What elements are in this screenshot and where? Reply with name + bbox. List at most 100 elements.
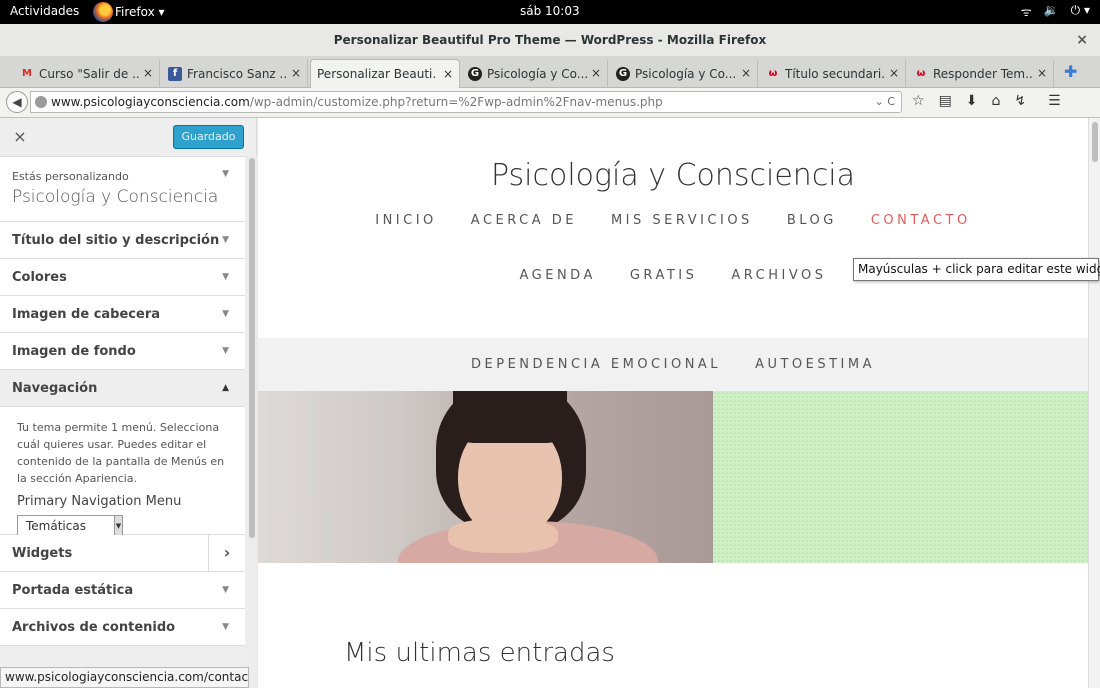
tab-close-icon[interactable]: × <box>291 66 301 80</box>
customizing-site-name: Psicología y Consciencia <box>12 187 219 207</box>
tab-close-icon[interactable]: × <box>1037 66 1047 80</box>
customizing-info[interactable]: Estás personalizando Psicología y Consci… <box>0 157 245 222</box>
tab-customize-active[interactable]: Personalizar Beauti... × <box>310 59 460 88</box>
url-path: /wp-admin/customize.php?return=%2Fwp-adm… <box>249 95 663 109</box>
tab-label: Curso "Salir de ... <box>39 66 139 81</box>
pocket-icon[interactable]: ↯ <box>1014 93 1026 109</box>
firefox-app-menu[interactable]: Firefox ▾ <box>93 1 165 23</box>
tab-close-icon[interactable]: × <box>591 66 601 80</box>
tab-psicologia-2[interactable]: G Psicología y Co... × <box>610 59 758 88</box>
navigation-panel: Tu tema permite 1 menú. Selecciona cuál … <box>0 407 245 537</box>
scrollbar-thumb[interactable] <box>1092 122 1098 162</box>
menu-item-inicio[interactable]: INICIO <box>375 213 437 228</box>
section-label: Widgets <box>12 546 73 561</box>
tab-label: Responder Tem... <box>933 66 1033 81</box>
section-static-front-page[interactable]: Portada estática ▼ <box>0 572 245 609</box>
app-menu-arrow: ▾ <box>158 5 165 19</box>
menu-item-contacto[interactable]: CONTACTO <box>871 213 971 228</box>
triangle-down-icon: ▼ <box>222 272 229 282</box>
tab-label: Francisco Sanz ... <box>187 66 287 81</box>
tab-label: Psicología y Co... <box>487 66 587 81</box>
customizer-header: × Guardado <box>0 118 256 157</box>
site-icon: G <box>468 66 482 81</box>
photo-bangs <box>453 391 567 443</box>
sidebar-scrollbar[interactable] <box>247 156 257 688</box>
preview-site-title[interactable]: Psicología y Consciencia <box>258 158 1088 193</box>
section-label: Navegación <box>12 381 98 396</box>
section-site-title[interactable]: Título del sitio y descripción corta▼ <box>0 222 245 285</box>
hamburger-menu-icon[interactable]: ☰ <box>1048 93 1061 109</box>
triangle-up-icon: ▲ <box>222 383 229 393</box>
tab-gmail[interactable]: M Curso "Salir de ... × <box>14 59 160 88</box>
wifi-icon: ᯤ <box>1020 5 1032 19</box>
primary-menu-select[interactable]: Temáticas ▼ <box>17 515 123 537</box>
menu-item-agenda[interactable]: AGENDA <box>520 268 596 283</box>
tab-close-icon[interactable]: × <box>741 66 751 80</box>
photo-hand <box>448 519 558 553</box>
triangle-down-icon: ▼ <box>222 585 229 595</box>
customizer-sidebar: × Guardado Estás personalizando Psicolog… <box>0 118 257 688</box>
section-label: Archivos de contenido <box>12 620 176 635</box>
power-icon: ⏻ ▾ <box>1070 3 1090 17</box>
site-preview: Psicología y Consciencia INICIO ACERCA DE… <box>258 118 1088 688</box>
chevron-right-icon[interactable]: › <box>208 535 245 572</box>
back-arrow-icon: ◀ <box>12 95 22 109</box>
gmail-icon: M <box>22 68 32 79</box>
tab-facebook[interactable]: f Francisco Sanz ... × <box>162 59 308 88</box>
system-tray[interactable]: ᯤ 🔉 ⏻ ▾ <box>1021 3 1090 20</box>
new-tab-button[interactable]: ✚ <box>1064 62 1077 81</box>
triangle-down-icon: ▼ <box>222 235 229 245</box>
tab-close-icon[interactable]: × <box>443 67 453 81</box>
weebly-icon: ω <box>768 68 778 79</box>
status-bar-link: www.psicologiayconsciencia.com/contacto/ <box>0 667 249 688</box>
menu-item-archivos[interactable]: ARCHIVOS <box>731 268 826 283</box>
navigation-description: Tu tema permite 1 menú. Selecciona cuál … <box>17 421 225 485</box>
saved-button[interactable]: Guardado <box>173 125 244 149</box>
firefox-icon <box>93 2 113 22</box>
url-dropdown-reload[interactable]: ⌄ C <box>875 92 895 112</box>
section-header-image[interactable]: Imagen de cabecera ▼ <box>0 296 245 333</box>
system-top-bar: Actividades Firefox ▾ sáb 10:03 ᯤ 🔉 ⏻ ▾ <box>0 0 1100 24</box>
menu-item-autoestima[interactable]: AUTOESTIMA <box>755 357 875 372</box>
section-background-image[interactable]: Imagen de fondo ▼ <box>0 333 245 370</box>
tab-strip: M Curso "Salir de ... × f Francisco Sanz ..… <box>0 56 1100 88</box>
scrollbar-thumb[interactable] <box>249 158 255 538</box>
header-pattern <box>713 391 1088 563</box>
tab-label: Psicología y Co... <box>635 66 735 81</box>
tab-label: Título secundari... <box>785 66 885 81</box>
back-button[interactable]: ◀ <box>6 91 28 113</box>
home-icon[interactable]: ⌂ <box>992 93 1001 109</box>
menu-item-blog[interactable]: BLOG <box>787 213 837 228</box>
triangle-down-icon: ▼ <box>222 309 229 319</box>
section-label: Imagen de cabecera <box>12 307 161 322</box>
globe-icon <box>35 96 47 108</box>
section-colors[interactable]: Colores ▼ <box>0 259 245 296</box>
section-content-archives[interactable]: Archivos de contenido ▼ <box>0 609 245 646</box>
menu-item-dependencia[interactable]: DEPENDENCIA EMOCIONAL <box>471 357 721 372</box>
menu-item-gratis[interactable]: GRATIS <box>630 268 698 283</box>
clock[interactable]: sáb 10:03 <box>520 4 580 18</box>
section-widgets[interactable]: Widgets › <box>0 535 245 572</box>
menu-item-acerca[interactable]: ACERCA DE <box>471 213 577 228</box>
tab-responder[interactable]: ω Responder Tem... × <box>908 59 1054 88</box>
url-bar[interactable]: www.psicologiayconsciencia.com/wp-admin/… <box>30 91 902 113</box>
tab-close-icon[interactable]: × <box>143 66 153 80</box>
triangle-down-icon: ▼ <box>222 622 229 632</box>
menu-item-servicios[interactable]: MIS SERVICIOS <box>611 213 753 228</box>
tab-psicologia-1[interactable]: G Psicología y Co... × <box>462 59 608 88</box>
bookmark-star-icon[interactable]: ☆ <box>912 93 925 109</box>
header-photo <box>258 391 713 563</box>
preview-scrollbar[interactable] <box>1088 118 1100 688</box>
customizing-label: Estás personalizando <box>12 170 129 183</box>
section-navigation[interactable]: Navegación ▲ <box>0 370 245 407</box>
window-close-button[interactable]: × <box>1076 24 1088 56</box>
tab-titulo-secundario[interactable]: ω Título secundari... × <box>760 59 906 88</box>
window-title: Personalizar Beautiful Pro Theme — WordP… <box>333 33 767 47</box>
tab-close-icon[interactable]: × <box>889 66 899 80</box>
reading-list-icon[interactable]: ▤ <box>939 93 952 109</box>
triangle-down-icon: ▼ <box>222 346 229 356</box>
section-label: Imagen de fondo <box>12 344 136 359</box>
close-customizer-icon[interactable]: × <box>10 127 30 146</box>
download-icon[interactable]: ⬇ <box>966 93 978 109</box>
activities-button[interactable]: Actividades <box>10 4 79 18</box>
